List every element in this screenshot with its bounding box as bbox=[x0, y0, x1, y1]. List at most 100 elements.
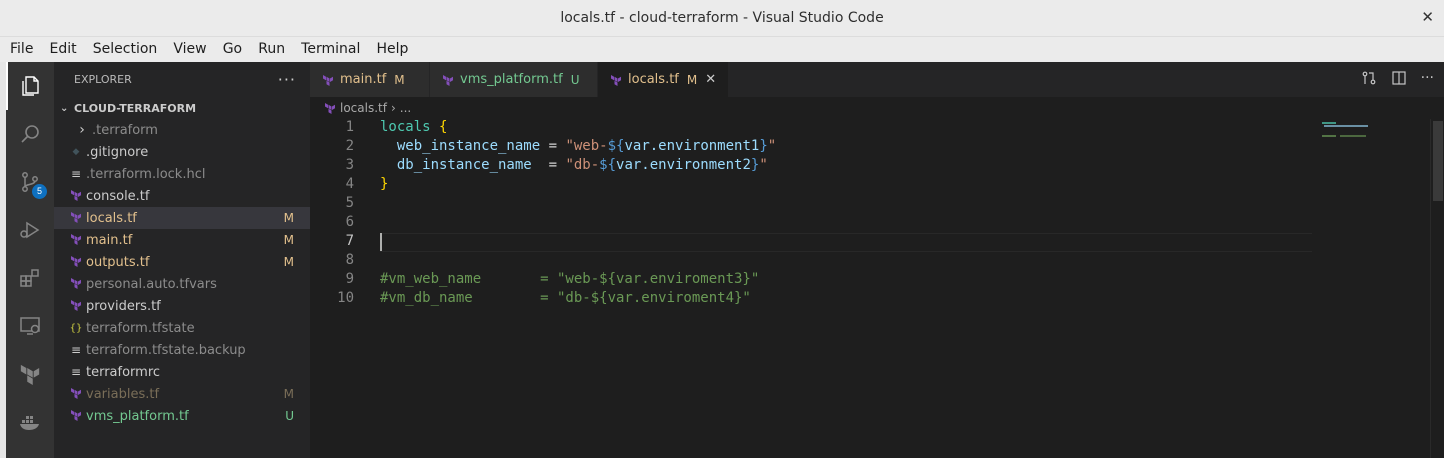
menu-edit[interactable]: Edit bbox=[50, 37, 77, 57]
remote-explorer-icon[interactable] bbox=[6, 302, 54, 350]
code-line: 5 bbox=[310, 195, 1310, 214]
extensions-icon[interactable] bbox=[6, 254, 54, 302]
file-item[interactable]: vms_platform.tf U bbox=[54, 405, 310, 427]
explorer-icon[interactable] bbox=[6, 62, 54, 110]
code-line: 10 #vm_db_name = "db-${var.enviroment4}" bbox=[310, 290, 1310, 309]
menu-go[interactable]: Go bbox=[223, 37, 242, 57]
line-number: 10 bbox=[337, 290, 354, 306]
workspace-folder[interactable]: ⌄ CLOUD-TERRAFORM bbox=[54, 97, 310, 119]
terraform-file-icon bbox=[68, 233, 84, 248]
file-item[interactable]: variables.tf M bbox=[54, 383, 310, 405]
line-text: web_instance_name = "web-${var.environme… bbox=[380, 138, 776, 154]
menu-bar: File Edit Selection View Go Run Terminal… bbox=[0, 37, 1444, 62]
code-line: 6 bbox=[310, 214, 1310, 233]
code-token: #vm_db_name = "db-${var.enviroment4}" bbox=[380, 290, 751, 306]
file-item[interactable]: main.tf M bbox=[54, 229, 310, 251]
tab-list: main.tf M vms_platform.tf Ulocals.tf M ✕ bbox=[310, 62, 730, 97]
search-icon[interactable] bbox=[6, 110, 54, 158]
line-number: 7 bbox=[345, 233, 354, 249]
file-item[interactable]: locals.tf M bbox=[54, 207, 310, 229]
code-token: db_instance_name bbox=[396, 157, 532, 173]
file-item[interactable]: ≡ terraformrc bbox=[54, 361, 310, 383]
chevron-right-icon: › bbox=[79, 122, 85, 138]
git-file-icon: ◆ bbox=[72, 147, 80, 157]
code-token: = bbox=[531, 157, 566, 173]
code-token: ${ bbox=[607, 138, 625, 154]
tab-bar: main.tf M vms_platform.tf Ulocals.tf M ✕ ··· bbox=[310, 62, 1444, 97]
minimap[interactable] bbox=[1322, 119, 1432, 458]
code-line: 3 db_instance_name = "db-${var.environme… bbox=[310, 157, 1310, 176]
line-number: 3 bbox=[345, 157, 354, 173]
json-file-icon: {} bbox=[69, 322, 83, 334]
git-status-badge: M bbox=[283, 211, 294, 225]
file-item[interactable]: ≡ terraform.tfstate.backup bbox=[54, 339, 310, 361]
terraform-file-icon bbox=[610, 74, 622, 86]
terraform-file-icon bbox=[322, 74, 334, 86]
file-item[interactable]: ◆ .gitignore bbox=[54, 141, 310, 163]
tab-label: vms_platform.tf bbox=[460, 72, 563, 87]
code-token: } bbox=[759, 138, 768, 154]
more-actions-icon[interactable]: ··· bbox=[1421, 70, 1434, 90]
text-file-icon: ≡ bbox=[70, 343, 82, 357]
terraform-file-icon bbox=[68, 299, 84, 314]
code-line: 8 bbox=[310, 252, 1310, 271]
editor-tab[interactable]: vms_platform.tf U bbox=[430, 62, 598, 97]
vertical-scrollbar[interactable] bbox=[1430, 119, 1444, 458]
folder-name: CLOUD-TERRAFORM bbox=[74, 101, 197, 115]
run-debug-icon[interactable] bbox=[6, 206, 54, 254]
file-item[interactable]: providers.tf bbox=[54, 295, 310, 317]
line-number: 1 bbox=[345, 119, 354, 135]
code-token: } bbox=[380, 176, 389, 192]
tab-status: U bbox=[570, 72, 580, 87]
menu-help[interactable]: Help bbox=[376, 37, 408, 57]
current-line-highlight bbox=[380, 233, 1312, 252]
menu-run[interactable]: Run bbox=[258, 37, 285, 57]
close-tab-icon[interactable]: ✕ bbox=[705, 72, 716, 87]
more-actions-icon[interactable]: ··· bbox=[278, 70, 296, 89]
code-line: 7 bbox=[310, 233, 1312, 252]
breadcrumb-separator: › bbox=[390, 101, 396, 115]
code-editor[interactable]: 1 locals {2 web_instance_name = "web-${va… bbox=[310, 119, 1312, 309]
editor-tab[interactable]: locals.tf M ✕ bbox=[598, 62, 730, 97]
line-number: 9 bbox=[345, 271, 354, 287]
text-cursor bbox=[380, 233, 382, 251]
tab-label: locals.tf bbox=[628, 72, 679, 87]
code-token: var.environment2 bbox=[616, 157, 751, 173]
line-number: 2 bbox=[345, 138, 354, 154]
scrollbar-thumb[interactable] bbox=[1433, 121, 1443, 201]
menu-view[interactable]: View bbox=[173, 37, 206, 57]
file-item[interactable]: ≡ .terraform.lock.hcl bbox=[54, 163, 310, 185]
file-item[interactable]: › .terraform bbox=[54, 119, 310, 141]
file-item[interactable]: console.tf bbox=[54, 185, 310, 207]
open-changes-icon[interactable] bbox=[1361, 70, 1377, 90]
docker-icon[interactable] bbox=[6, 398, 54, 446]
close-icon[interactable]: ✕ bbox=[1421, 8, 1434, 26]
code-token: "db- bbox=[565, 157, 600, 173]
file-item[interactable]: outputs.tf M bbox=[54, 251, 310, 273]
line-number: 4 bbox=[345, 176, 354, 192]
menu-terminal[interactable]: Terminal bbox=[301, 37, 360, 57]
split-editor-icon[interactable] bbox=[1391, 70, 1407, 90]
explorer-sidebar: EXPLORER ··· ⌄ CLOUD-TERRAFORM › .terrafo… bbox=[54, 62, 310, 458]
terraform-file-icon bbox=[68, 409, 84, 424]
title-bar: locals.tf - cloud-terraform - Visual Stu… bbox=[0, 0, 1444, 37]
file-item[interactable]: personal.auto.tfvars bbox=[54, 273, 310, 295]
source-control-icon[interactable]: 5 bbox=[6, 158, 54, 206]
git-status-badge: U bbox=[285, 409, 294, 423]
terraform-file-icon bbox=[68, 387, 84, 402]
code-token: " bbox=[759, 157, 768, 173]
code-line: 1 locals { bbox=[310, 119, 1310, 138]
breadcrumb-file[interactable]: locals.tf bbox=[340, 101, 387, 115]
file-item[interactable]: {} terraform.tfstate bbox=[54, 317, 310, 339]
explorer-title: EXPLORER bbox=[74, 73, 132, 86]
file-name: vms_platform.tf bbox=[86, 408, 189, 424]
menu-selection[interactable]: Selection bbox=[93, 37, 158, 57]
file-name: variables.tf bbox=[86, 386, 160, 402]
code-token: var.environment1 bbox=[624, 138, 760, 154]
text-file-icon: ≡ bbox=[70, 167, 82, 181]
menu-file[interactable]: File bbox=[10, 37, 33, 57]
breadcrumb-symbol[interactable]: ... bbox=[400, 101, 411, 115]
file-name: .terraform bbox=[92, 122, 158, 138]
editor-tab[interactable]: main.tf M bbox=[310, 62, 430, 97]
terraform-icon[interactable] bbox=[6, 350, 54, 398]
